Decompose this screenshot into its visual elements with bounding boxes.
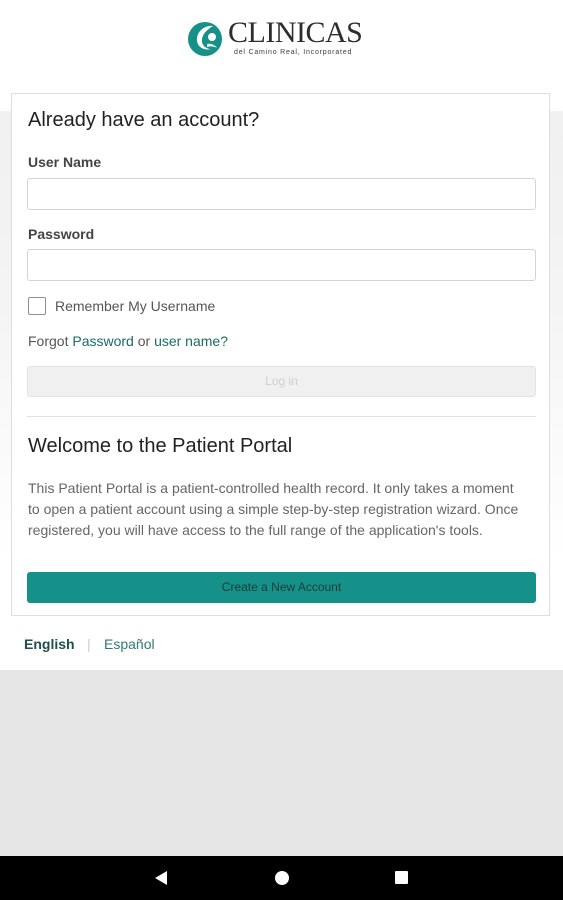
forgot-username-link[interactable]: user name?	[154, 333, 228, 349]
home-circle-icon[interactable]	[275, 871, 289, 885]
create-account-button[interactable]: Create a New Account	[27, 572, 536, 603]
password-label: Password	[28, 226, 95, 242]
username-label: User Name	[28, 154, 102, 170]
recents-square-icon[interactable]	[395, 871, 408, 884]
clinicas-wordmark: CLINICAS	[228, 16, 363, 49]
welcome-heading: Welcome to the Patient Portal	[28, 435, 293, 457]
login-card: Already have an account? User Name Passw…	[11, 93, 550, 616]
android-navigation-bar	[0, 856, 563, 900]
remember-username-label[interactable]: Remember My Username	[55, 297, 215, 315]
login-heading: Already have an account?	[28, 109, 260, 131]
login-button[interactable]: Log in	[27, 366, 536, 397]
remember-username-checkbox[interactable]	[28, 297, 46, 315]
back-triangle-icon[interactable]	[154, 870, 168, 886]
language-separator: |	[87, 636, 91, 652]
forgot-prefix: Forgot	[28, 333, 73, 349]
password-input[interactable]	[27, 249, 536, 281]
empty-footer-area	[0, 670, 563, 856]
forgot-password-link[interactable]: Password	[72, 333, 133, 349]
clinicas-logo: CLINICAS del Camino Real, Incorporated	[186, 14, 376, 60]
clinicas-tagline: del Camino Real, Incorporated	[234, 49, 353, 56]
forgot-or: or	[133, 333, 155, 349]
language-english-link[interactable]: English	[24, 636, 75, 652]
username-input[interactable]	[27, 178, 536, 210]
language-spanish-link[interactable]: Español	[104, 636, 155, 652]
section-divider	[27, 416, 536, 417]
welcome-description: This Patient Portal is a patient-control…	[28, 480, 519, 538]
forgot-credentials-line: Forgot Password or user name?	[28, 332, 228, 350]
clinicas-logo-icon	[188, 22, 222, 56]
